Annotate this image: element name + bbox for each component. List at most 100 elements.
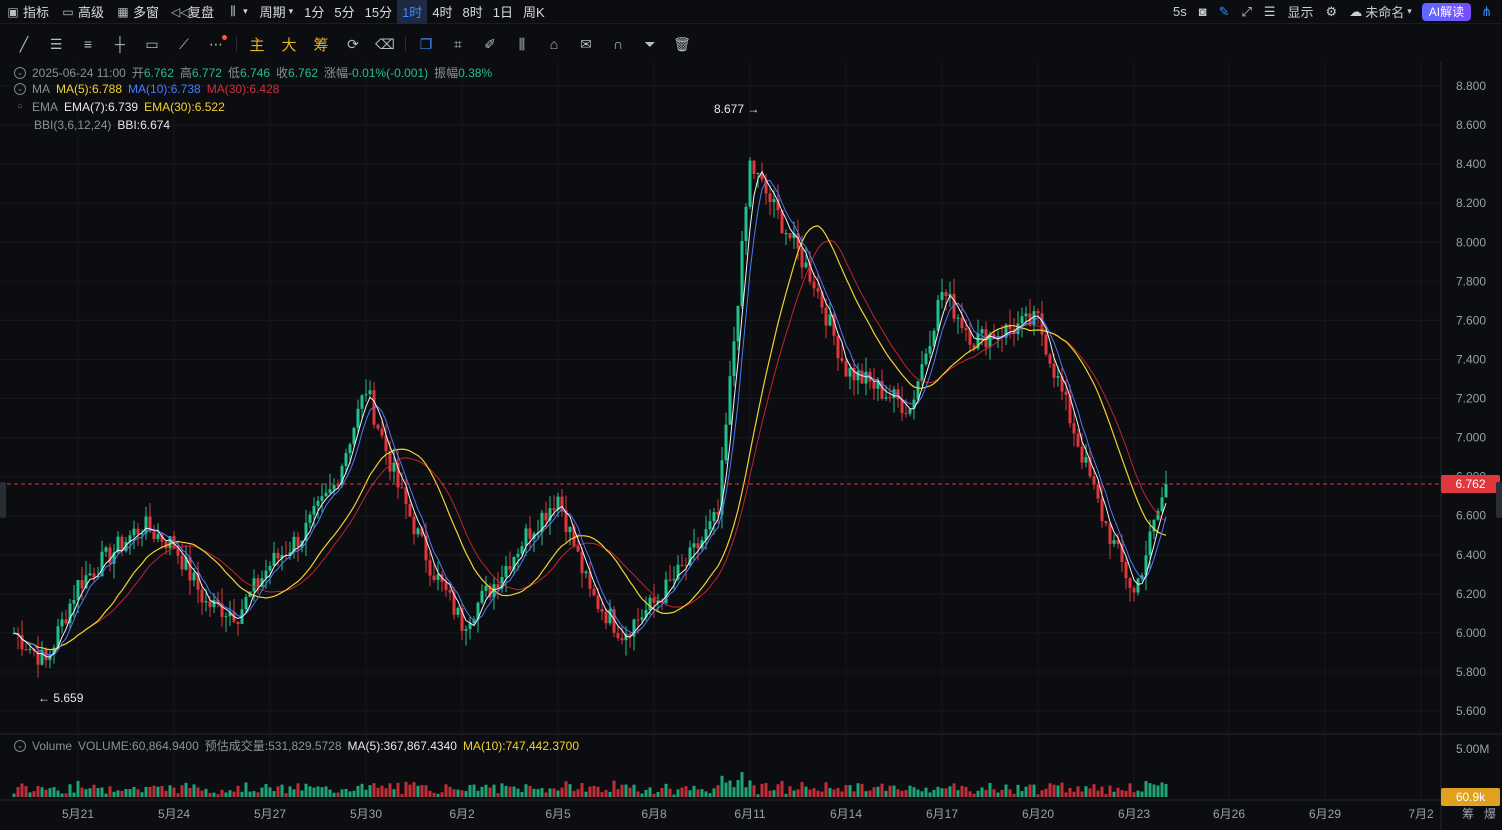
- period-15m[interactable]: 15分: [360, 0, 397, 24]
- note-icon[interactable]: ✉: [570, 30, 602, 58]
- horizontal-lines-icon[interactable]: ≡: [72, 30, 104, 58]
- volume-bar: [40, 787, 44, 797]
- right-panel-handle[interactable]: [1496, 482, 1502, 518]
- display-button[interactable]: 显示: [1282, 0, 1320, 24]
- camera-icon[interactable]: ◙: [1193, 0, 1213, 24]
- volume-bar: [1092, 784, 1096, 797]
- ruler-icon[interactable]: ⌗: [442, 30, 474, 58]
- ema-legend: ⌂ EMA EMA(7):6.739 EMA(30):6.522: [14, 100, 231, 114]
- volume-bar: [76, 780, 80, 797]
- sync-icon[interactable]: ⟳: [337, 30, 369, 58]
- main-force-button[interactable]: 主: [241, 30, 273, 58]
- volume-bar: [184, 782, 188, 797]
- volume-bar: [988, 782, 992, 797]
- advanced-button[interactable]: ▭ 高级: [55, 0, 110, 24]
- volume-bar: [1096, 790, 1100, 797]
- period-1m[interactable]: 1分: [299, 0, 329, 24]
- layout-dropdown[interactable]: ☁ 未命名 ▾: [1343, 0, 1418, 24]
- share-icon[interactable]: ⋔: [1475, 0, 1498, 24]
- candle-body: [772, 199, 776, 203]
- candle-body: [524, 528, 528, 547]
- multi-window-button[interactable]: ▦ 多窗: [110, 0, 165, 24]
- candle-body: [1024, 313, 1028, 317]
- settings-list-icon[interactable]: ☰: [1258, 0, 1282, 24]
- compare-icon[interactable]: ⫼: [506, 30, 538, 58]
- volume-bar: [84, 789, 88, 797]
- volume-ma10: MA(10):747,442.3700: [462, 738, 580, 753]
- candle-body: [416, 528, 420, 535]
- volume-legend: ⌄ Volume VOLUME:60,864.9400 预估成交量:531,82…: [14, 737, 585, 754]
- volume-bar: [200, 790, 204, 797]
- candle-body: [432, 575, 436, 580]
- volume-bar: [100, 787, 104, 797]
- volume-bar: [484, 784, 488, 797]
- bbi-legend: BBI(3,6,12,24) BBI:6.674: [34, 118, 176, 132]
- horizontal-ray-icon[interactable]: ┼: [104, 30, 136, 58]
- magnet-icon[interactable]: ∩: [602, 30, 634, 58]
- period-4h[interactable]: 4时: [427, 0, 457, 24]
- top-bar: ▣ 指标 ▭ 高级 ▦ 多窗 ◁◁ 复盘 ⫼ ▾ 周期 ▾ 1分 5分 15分 1时 4时 …: [0, 0, 1502, 24]
- volume-bar: [1100, 786, 1104, 797]
- volume-bar: [916, 789, 920, 797]
- fullscreen-icon[interactable]: ⤢: [1235, 0, 1257, 24]
- candle-body: [72, 600, 76, 604]
- volume-bar: [16, 787, 20, 797]
- collapse-icon[interactable]: ⌄: [14, 739, 26, 752]
- chart-area[interactable]: 5月21 5月24 5月27 5月30 6月2 6月5 6月8 6月11 6月14 6月17 6月2…: [0, 62, 1502, 830]
- lock-icon[interactable]: ⌂: [538, 30, 570, 58]
- volume-bar: [160, 785, 164, 797]
- left-panel-handle[interactable]: [0, 482, 6, 518]
- period-1w[interactable]: 周K: [518, 0, 550, 24]
- volume-bar: [1156, 785, 1160, 797]
- candle-body: [604, 611, 608, 624]
- volume-bar: [1032, 784, 1036, 797]
- trash-icon[interactable]: 🗑: [666, 30, 698, 58]
- candle-body: [376, 424, 380, 429]
- more-tools-icon[interactable]: ⋯: [200, 30, 232, 58]
- filter-icon[interactable]: ⏷: [634, 30, 666, 58]
- period-8h[interactable]: 8时: [458, 0, 488, 24]
- big-order-button[interactable]: 大: [273, 30, 305, 58]
- chips-button[interactable]: 筹: [305, 30, 337, 58]
- high-value: 6.772: [191, 65, 222, 80]
- candle-body: [388, 451, 392, 472]
- volume-bar: [444, 784, 448, 797]
- replay-button[interactable]: ◁◁ 复盘: [165, 0, 220, 24]
- volume-bar: [532, 788, 536, 797]
- bell-icon[interactable]: ⌂: [14, 101, 26, 113]
- gear-icon[interactable]: ⚙: [1320, 0, 1344, 24]
- chart-type-button[interactable]: ⫼ ▾: [220, 0, 254, 24]
- candlestick-chart[interactable]: 5月21 5月24 5月27 5月30 6月2 6月5 6月8 6月11 6月14 6月17 6月2…: [0, 62, 1502, 830]
- candle-body: [784, 233, 788, 235]
- brush-icon[interactable]: ✐: [474, 30, 506, 58]
- parallel-lines-icon[interactable]: ☰: [40, 30, 72, 58]
- erase-drawing-icon[interactable]: ⌫: [369, 30, 401, 58]
- measure-icon[interactable]: ⟋: [168, 30, 200, 58]
- period-dropdown[interactable]: 周期 ▾: [254, 0, 300, 24]
- collapse-icon[interactable]: ⌄: [14, 66, 26, 79]
- volume-bar: [1088, 788, 1092, 797]
- volume-bar: [1128, 783, 1132, 797]
- period-1h[interactable]: 1时: [397, 0, 428, 24]
- collapse-icon[interactable]: ⌄: [14, 83, 26, 95]
- volume-bar: [628, 787, 632, 797]
- candle-body: [504, 566, 508, 578]
- ai-interpret-button[interactable]: AI解读: [1421, 2, 1472, 21]
- rectangle-icon[interactable]: ▭: [136, 30, 168, 58]
- volume-bar: [352, 790, 356, 797]
- trend-line-icon[interactable]: ╱: [8, 30, 40, 58]
- indicators-button[interactable]: ▣ 指标: [0, 0, 55, 24]
- candle-body: [1064, 391, 1068, 395]
- volume-bar: [608, 791, 612, 797]
- refresh-interval[interactable]: 5s: [1167, 0, 1193, 24]
- volume-bar: [468, 785, 472, 797]
- date-tick-label: 6月2: [449, 807, 475, 821]
- volume-bar: [384, 788, 388, 797]
- volume-bar: [804, 786, 808, 797]
- copy-icon[interactable]: ❐: [410, 30, 442, 58]
- volume-bar: [924, 787, 928, 797]
- pen-icon[interactable]: ✎: [1213, 0, 1236, 24]
- volume-bar: [268, 787, 272, 797]
- period-1d[interactable]: 1日: [488, 0, 518, 24]
- period-5m[interactable]: 5分: [329, 0, 359, 24]
